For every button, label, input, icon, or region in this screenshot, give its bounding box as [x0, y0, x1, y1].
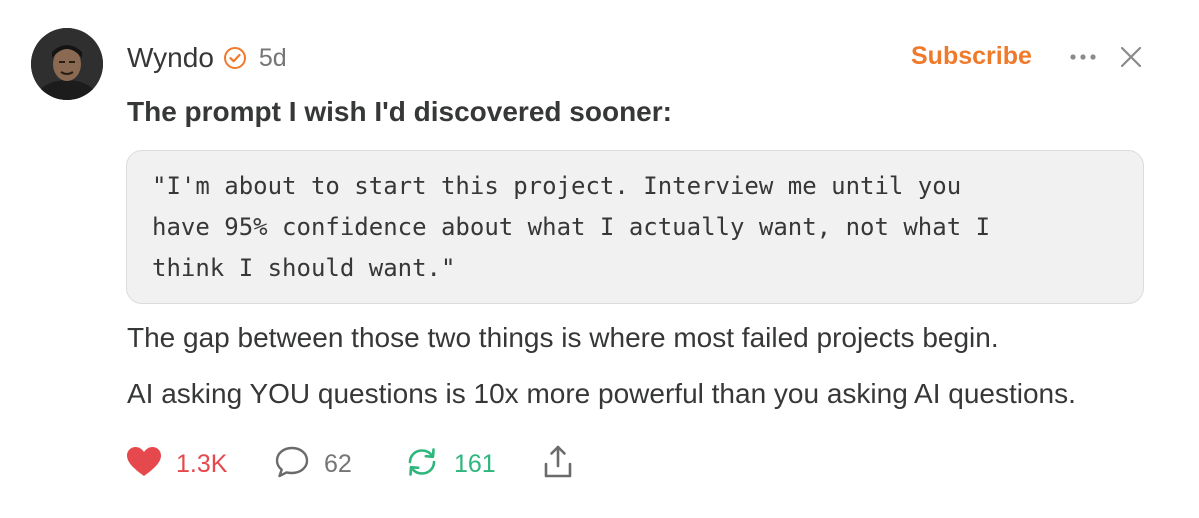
restack-button[interactable]: 161	[404, 444, 496, 484]
quote-line: have 95% confidence about what I actuall…	[152, 213, 991, 241]
heart-icon	[126, 446, 162, 483]
restack-arrows-icon	[404, 445, 440, 484]
close-icon[interactable]	[1119, 45, 1143, 69]
more-dots-icon[interactable]	[1068, 46, 1098, 68]
share-button[interactable]	[542, 444, 574, 484]
comment-bubble-icon	[274, 445, 310, 484]
author-name[interactable]: Wyndo	[127, 42, 214, 74]
restack-count: 161	[454, 449, 496, 478]
avatar[interactable]	[31, 28, 103, 100]
quote-line: "I'm about to start this project. Interv…	[152, 172, 962, 200]
verified-badge-icon	[223, 46, 247, 70]
subscribe-button[interactable]: Subscribe	[911, 42, 1032, 71]
post-timestamp: 5d	[258, 43, 287, 72]
quote-line: think I should want."	[152, 254, 456, 282]
comment-count: 62	[324, 449, 352, 478]
post-paragraph: AI asking YOU questions is 10x more powe…	[127, 378, 1076, 409]
share-icon	[542, 444, 574, 485]
comment-button[interactable]: 62	[274, 444, 352, 484]
like-button[interactable]: 1.3K	[126, 444, 227, 484]
quote-block: "I'm about to start this project. Interv…	[126, 150, 1144, 304]
post-header: Wyndo 5d	[127, 38, 287, 78]
post-paragraph: The gap between those two things is wher…	[127, 322, 999, 353]
post-headline: The prompt I wish I'd discovered sooner:	[127, 96, 672, 127]
like-count: 1.3K	[176, 449, 228, 478]
